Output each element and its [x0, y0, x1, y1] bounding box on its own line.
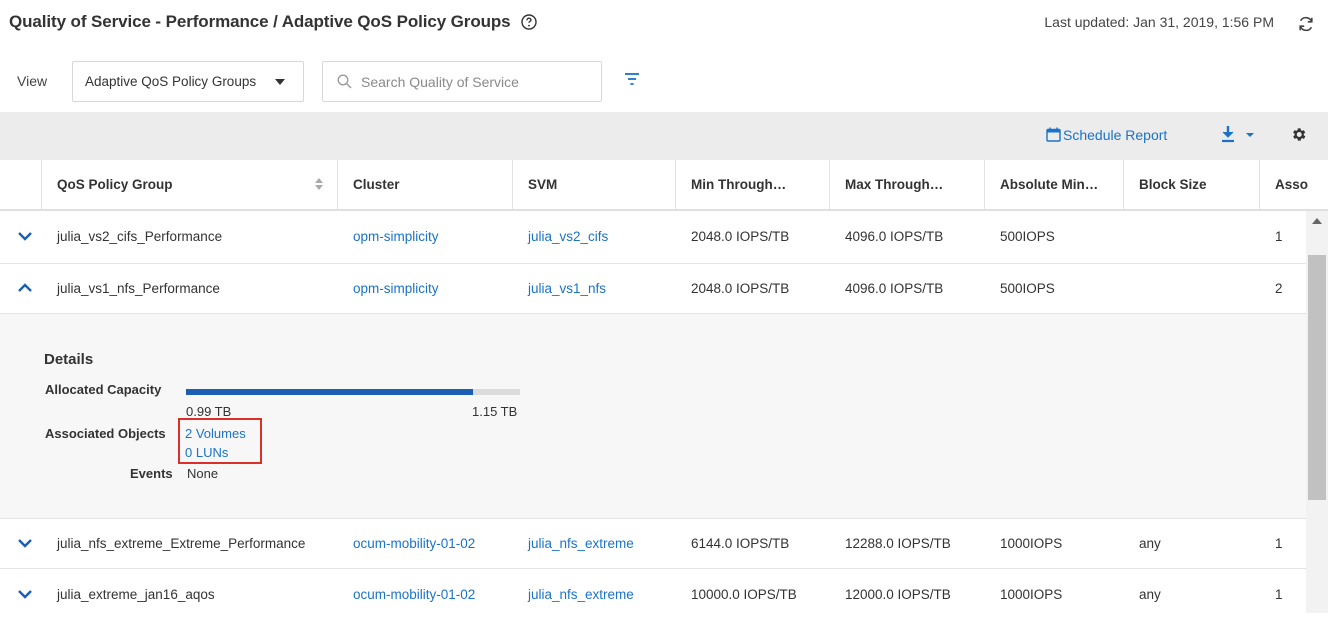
table-row[interactable]: julia_extreme_jan16_aqos ocum-mobility-0…	[0, 570, 1306, 613]
cell-block-size	[1124, 212, 1139, 262]
cell-associated: 1	[1275, 536, 1283, 551]
gear-icon[interactable]	[1290, 126, 1307, 143]
column-header-policy-group[interactable]: QoS Policy Group	[42, 160, 338, 209]
column-header-associated[interactable]: Asso	[1260, 160, 1328, 209]
column-header-absolute-min[interactable]: Absolute Min…	[985, 160, 1124, 209]
schedule-report-button[interactable]: Schedule Report	[1046, 127, 1167, 143]
cell-policy-group: julia_vs2_cifs_Performance	[57, 229, 223, 244]
cell-associated: 2	[1275, 281, 1283, 296]
column-header-svm[interactable]: SVM	[513, 160, 676, 209]
cell-policy-group: julia_nfs_extreme_Extreme_Performance	[57, 536, 306, 551]
cell-svm-link[interactable]: julia_vs2_cifs	[513, 212, 608, 262]
caret-down-icon	[275, 79, 285, 85]
column-header-block-size[interactable]: Block Size	[1124, 160, 1260, 209]
cell-absolute-min: 500IOPS	[1000, 281, 1055, 296]
events-value: None	[187, 466, 219, 481]
schedule-report-label: Schedule Report	[1063, 127, 1168, 143]
search-icon	[337, 74, 352, 89]
allocated-capacity-bar	[186, 389, 520, 395]
page-title-text: Quality of Service - Performance / Adapt…	[9, 12, 511, 31]
title-bar: Quality of Service - Performance / Adapt…	[0, 0, 1328, 50]
chevron-down-icon[interactable]	[18, 589, 32, 599]
cell-max-throughput: 4096.0 IOPS/TB	[845, 229, 944, 244]
column-header-cluster[interactable]: Cluster	[338, 160, 513, 209]
view-dropdown-value: Adaptive QoS Policy Groups	[85, 74, 257, 89]
allocated-capacity-label: Allocated Capacity	[45, 382, 162, 397]
expand-column-header	[0, 160, 42, 209]
cell-associated: 1	[1275, 229, 1283, 244]
table-row[interactable]: julia_nfs_extreme_Extreme_Performance oc…	[0, 519, 1306, 569]
cell-min-throughput: 2048.0 IOPS/TB	[691, 281, 790, 296]
view-label: View	[17, 73, 48, 89]
scroll-up-arrow-icon[interactable]	[1312, 218, 1322, 224]
cell-svm-link[interactable]: julia_vs1_nfs	[513, 264, 606, 314]
cell-cluster-link[interactable]: opm-simplicity	[338, 264, 439, 314]
help-icon[interactable]	[521, 14, 537, 30]
view-dropdown[interactable]: Adaptive QoS Policy Groups	[72, 61, 304, 102]
cell-absolute-min: 1000IOPS	[1000, 536, 1063, 551]
page-title: Quality of Service - Performance / Adapt…	[9, 12, 537, 32]
cell-min-throughput: 6144.0 IOPS/TB	[691, 536, 790, 551]
associated-objects-label: Associated Objects	[45, 426, 166, 441]
search-input[interactable]	[359, 70, 594, 94]
cell-cluster-link[interactable]: opm-simplicity	[338, 212, 439, 262]
table-toolbar: Schedule Report	[0, 112, 1328, 160]
details-title: Details	[44, 351, 94, 368]
filter-icon[interactable]	[624, 71, 640, 87]
chevron-down-icon[interactable]	[18, 231, 32, 241]
column-header-min-throughput[interactable]: Min Through…	[676, 160, 830, 209]
sort-icon[interactable]	[315, 178, 323, 190]
cell-max-throughput: 4096.0 IOPS/TB	[845, 281, 944, 296]
column-header-max-throughput[interactable]: Max Through…	[830, 160, 985, 209]
row-details-panel: Details Allocated Capacity 0.99 TB 1.15 …	[0, 314, 1306, 519]
table-header: QoS Policy Group Cluster SVM Min Through…	[0, 160, 1328, 211]
column-header-label: QoS Policy Group	[57, 177, 173, 192]
allocated-capacity-fill	[186, 389, 474, 395]
total-capacity-value: 1.15 TB	[472, 404, 518, 419]
cell-min-throughput: 2048.0 IOPS/TB	[691, 229, 790, 244]
cell-absolute-min: 500IOPS	[1000, 229, 1055, 244]
table-row[interactable]: julia_vs1_nfs_Performance opm-simplicity…	[0, 264, 1306, 314]
highlight-box	[178, 418, 262, 464]
refresh-icon[interactable]	[1296, 14, 1316, 34]
table-row[interactable]: julia_vs2_cifs_Performance opm-simplicit…	[0, 212, 1306, 264]
cell-svm-link[interactable]: julia_nfs_extreme	[513, 519, 634, 569]
allocated-capacity-value: 0.99 TB	[186, 404, 232, 419]
download-button[interactable]	[1220, 125, 1258, 145]
cell-block-size: any	[1139, 536, 1161, 551]
chevron-down-icon[interactable]	[18, 538, 32, 548]
last-updated-text: Last updated: Jan 31, 2019, 1:56 PM	[1044, 14, 1274, 30]
scrollbar-thumb[interactable]	[1308, 255, 1326, 500]
search-box[interactable]	[322, 61, 602, 102]
events-label: Events	[130, 466, 173, 481]
cell-block-size	[1124, 264, 1139, 314]
chevron-up-icon[interactable]	[18, 283, 32, 293]
cell-policy-group: julia_vs1_nfs_Performance	[57, 281, 220, 296]
cell-cluster-link[interactable]: ocum-mobility-01-02	[338, 519, 475, 569]
calendar-icon	[1046, 127, 1061, 142]
cell-max-throughput: 12288.0 IOPS/TB	[845, 536, 951, 551]
